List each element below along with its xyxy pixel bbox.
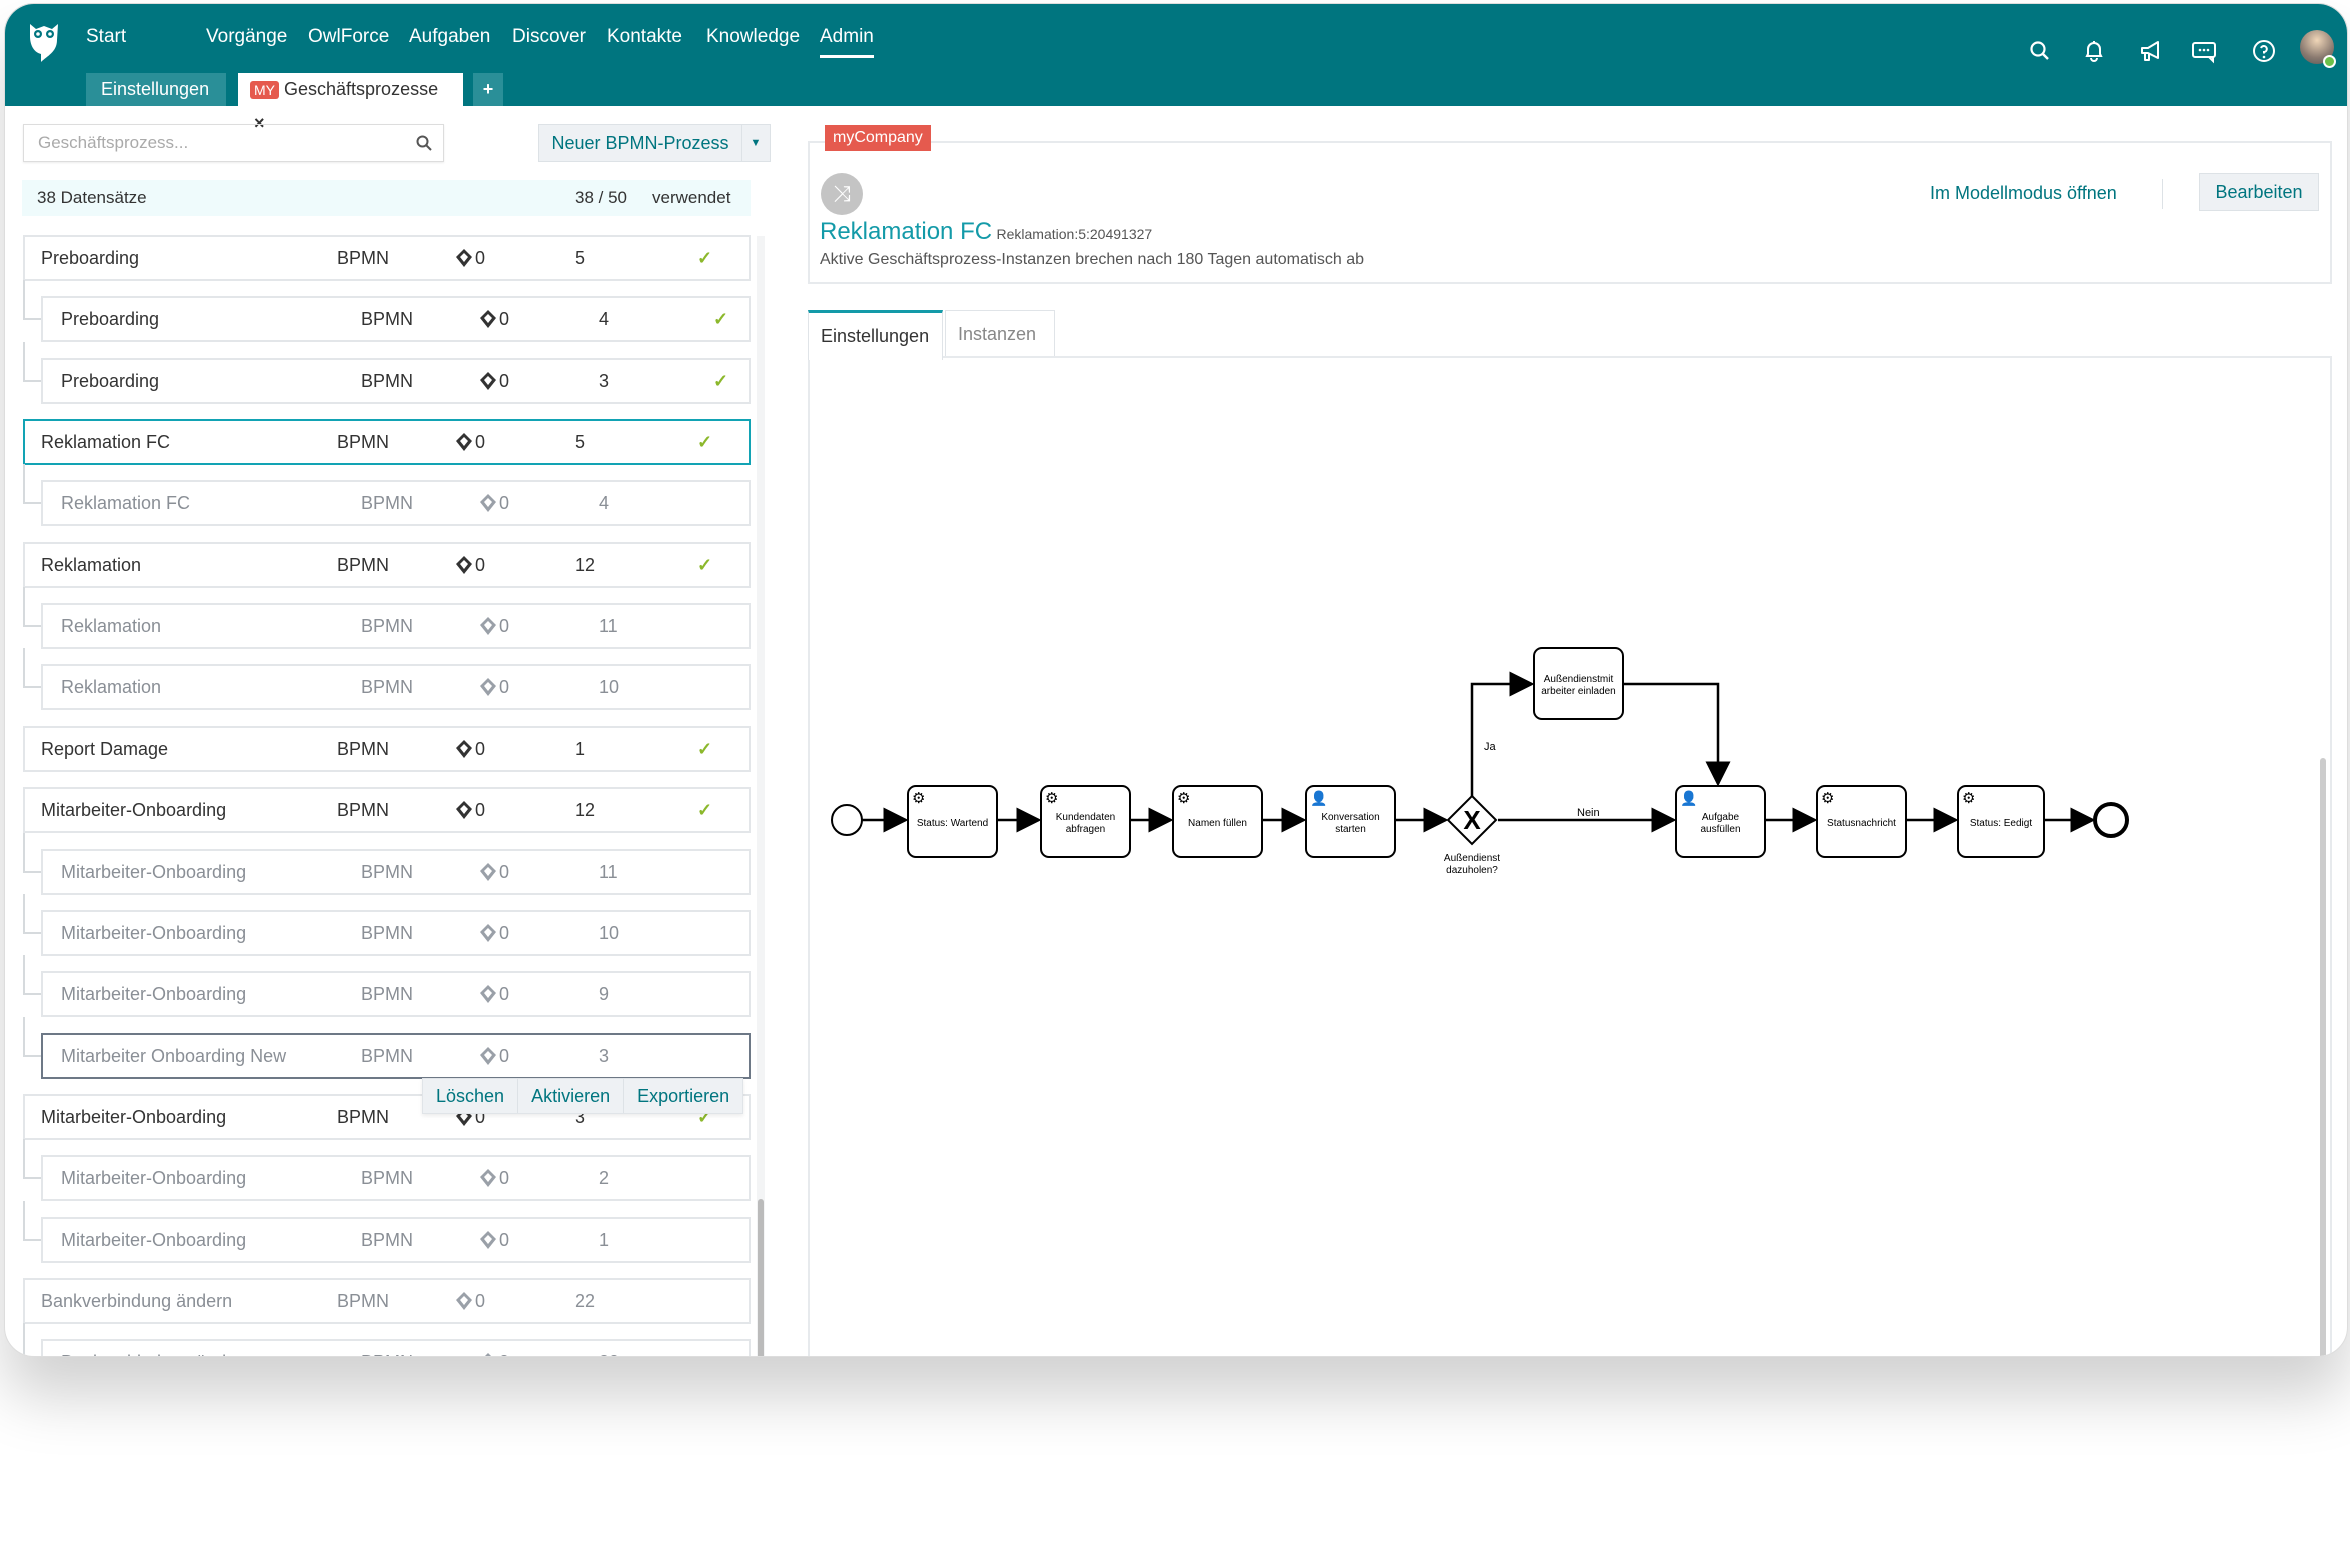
flow-label-ja: Ja [1484, 741, 1497, 753]
task-label: Außendienstmit [1544, 674, 1614, 685]
gear-icon: ⚙ [1821, 790, 1834, 807]
task-label: Kundendaten [1056, 812, 1116, 823]
task-label: Konversation [1321, 812, 1379, 823]
tab-settings[interactable]: Einstellungen [808, 310, 943, 360]
user-icon: 👤 [1680, 790, 1697, 807]
gear-icon: ⚙ [1962, 790, 1975, 807]
gear-icon: ⚙ [1045, 790, 1058, 807]
task-label: arbeiter einladen [1541, 686, 1616, 697]
gateway-label: dazuholen? [1446, 865, 1498, 876]
task-label: Status: Wartend [917, 818, 988, 829]
task-label: starten [1335, 824, 1366, 835]
task-label: Aufgabe [1702, 812, 1740, 823]
sequence-flow [1623, 682, 1731, 787]
start-event[interactable] [831, 804, 863, 836]
gateway-label: Außendienst [1444, 853, 1500, 864]
sequence-flow [1470, 671, 1535, 796]
gear-icon: ⚙ [1177, 790, 1190, 807]
user-icon: 👤 [1310, 790, 1327, 807]
task-label: ausfüllen [1700, 824, 1740, 835]
task-label: abfragen [1066, 824, 1105, 835]
bpmn-diagram: Ja Nein ⚙ Status: Wartend ⚙ Kundendatenabfrag… [831, 647, 2129, 876]
gateway-x-icon: X [1463, 805, 1481, 835]
task-label: Statusnachricht [1827, 818, 1896, 829]
end-event[interactable] [2093, 802, 2129, 838]
task-label: Status: Eedigt [1970, 818, 2032, 829]
app-window: Start Vorgänge OwlForce Aufgaben Discove… [4, 3, 2348, 1357]
task-label: Namen füllen [1188, 818, 1247, 829]
gear-icon: ⚙ [912, 790, 925, 807]
flow-label-nein: Nein [1577, 807, 1600, 819]
